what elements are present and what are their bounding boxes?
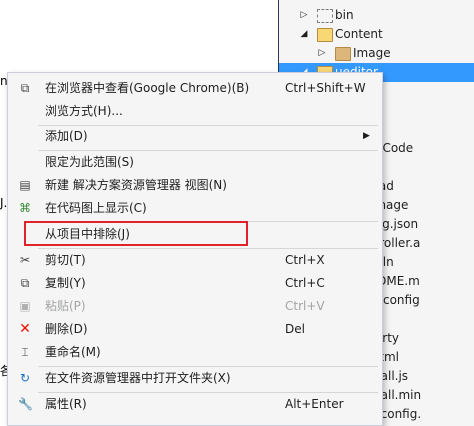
menu-item-label: 添加(D) <box>45 129 88 143</box>
cut-icon: ✂ <box>19 253 31 267</box>
collapse-arrow-icon[interactable]: ◢ <box>299 25 309 44</box>
tree-item-image[interactable]: ▷ Image <box>279 44 474 63</box>
browser-icon: ⧉ <box>20 81 30 95</box>
menu-item-label: 粘贴(P) <box>45 299 86 313</box>
folder-icon <box>335 47 351 61</box>
menu-item-label: 在浏览器中查看(Google Chrome)(B) <box>45 81 250 95</box>
menu-item-paste[interactable]: ▣ 粘贴(P) Ctrl+V <box>8 295 382 317</box>
rename-icon: ⌶ <box>21 345 29 359</box>
menu-item-shortcut: Del <box>285 322 305 336</box>
menu-item-shortcut: Alt+Enter <box>285 397 344 411</box>
menu-item-rename[interactable]: ⌶ 重命名(M) <box>8 341 382 363</box>
menu-item-show-on-code-map[interactable]: ⌘ 在代码图上显示(C) <box>8 197 382 219</box>
dotted-folder-icon <box>317 9 333 23</box>
submenu-arrow-icon: ▶ <box>363 131 370 141</box>
folder-open-icon <box>317 28 333 42</box>
menu-item-label: 在文件资源管理器中打开文件夹(X) <box>45 371 231 385</box>
wrench-icon: 🔧 <box>18 397 33 411</box>
menu-item-shortcut: Ctrl+X <box>285 253 325 267</box>
tree-item-content[interactable]: ◢ Content <box>279 25 474 44</box>
highlight-annotation-box <box>24 221 248 246</box>
tree-item-label: Image <box>353 46 391 60</box>
paste-icon: ▣ <box>19 299 31 313</box>
copy-icon: ⧉ <box>20 276 30 290</box>
menu-item-label: 限定为此范围(S) <box>45 155 134 169</box>
menu-item-label: 重命名(M) <box>45 345 101 359</box>
expand-arrow-icon[interactable]: ▷ <box>299 6 309 25</box>
delete-icon: ✕ <box>19 321 31 337</box>
menu-item-delete[interactable]: ✕ 删除(D) Del <box>8 318 382 340</box>
menu-item-shortcut: Ctrl+C <box>285 276 325 290</box>
menu-item-open-in-file-explorer[interactable]: ↻ 在文件资源管理器中打开文件夹(X) <box>8 367 382 389</box>
menu-item-properties[interactable]: 🔧 属性(R) Alt+Enter <box>8 393 382 415</box>
menu-item-shortcut: Ctrl+Shift+W <box>285 81 366 95</box>
new-view-icon: ▤ <box>19 178 31 192</box>
menu-item-label: 删除(D) <box>45 322 88 336</box>
menu-item-label: 新建 解决方案资源管理器 视图(N) <box>45 178 227 192</box>
tree-item-label: bin <box>335 8 354 22</box>
menu-item-label: 复制(Y) <box>45 276 86 290</box>
menu-item-copy[interactable]: ⧉ 复制(Y) Ctrl+C <box>8 272 382 294</box>
tree-item-bin[interactable]: ▷ bin <box>279 6 474 25</box>
expand-arrow-icon[interactable]: ▷ <box>317 44 327 63</box>
menu-item-scope-to-this[interactable]: 限定为此范围(S) <box>8 151 382 173</box>
context-menu: ⧉ 在浏览器中查看(Google Chrome)(B) Ctrl+Shift+W… <box>7 72 383 426</box>
menu-item-label: 在代码图上显示(C) <box>45 201 147 215</box>
menu-item-browse-with[interactable]: 浏览方式(H)... <box>8 100 382 122</box>
menu-item-add[interactable]: 添加(D) ▶ <box>8 125 382 147</box>
menu-item-label: 属性(R) <box>45 397 87 411</box>
menu-item-label: 剪切(T) <box>45 253 86 267</box>
menu-item-label: 浏览方式(H)... <box>45 104 123 118</box>
menu-item-cut[interactable]: ✂ 剪切(T) Ctrl+X <box>8 249 382 271</box>
menu-item-view-in-browser[interactable]: ⧉ 在浏览器中查看(Google Chrome)(B) Ctrl+Shift+W <box>8 77 382 99</box>
code-map-icon: ⌘ <box>19 201 31 215</box>
open-folder-icon: ↻ <box>19 371 31 385</box>
menu-item-shortcut: Ctrl+V <box>285 299 325 313</box>
tree-item-label: Content <box>335 27 383 41</box>
menu-item-new-explorer-view[interactable]: ▤ 新建 解决方案资源管理器 视图(N) <box>8 174 382 196</box>
